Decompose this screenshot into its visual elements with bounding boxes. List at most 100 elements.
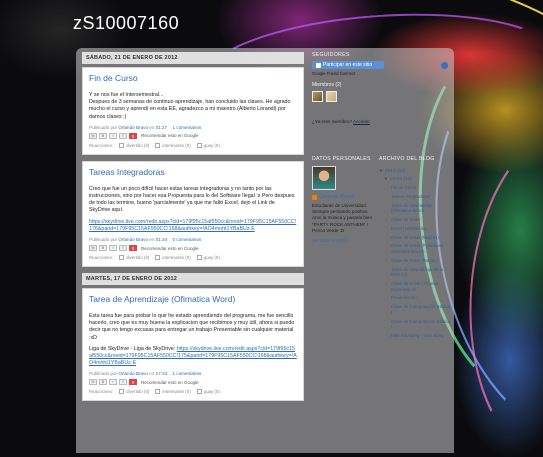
reaction-label: divertido (0) — [126, 255, 150, 261]
profile-gadget: DATOS PERSONALES Orlando Bravo Estudiant… — [312, 156, 376, 243]
twitter-icon[interactable]: t — [109, 245, 117, 252]
gfc-info-icon[interactable] — [441, 61, 448, 69]
archive-post-link[interactable]: Presentación — [391, 295, 451, 301]
checkbox[interactable] — [196, 142, 202, 148]
archive-post-link[interactable]: Clase de Computación Básica I — [391, 304, 451, 315]
reaction-label: interesante (0) — [162, 142, 191, 148]
archive-post-link[interactable]: Clase de Excel (Macros) — [391, 235, 451, 241]
checkbox[interactable] — [119, 255, 125, 261]
archive-post-link[interactable]: Clase de Excel (Martes) — [391, 258, 451, 264]
members-heading: Miembros (2) — [312, 82, 342, 88]
reaction-label: guay (0) — [203, 142, 220, 148]
post-paragraph: Creo que fue un poco difícil hacer estas… — [89, 185, 295, 214]
checkbox[interactable] — [119, 142, 125, 148]
member-avatars — [312, 91, 448, 102]
archive-post-link[interactable]: Tarea de Aprendizaje (Ofimatica Word) — [391, 203, 451, 214]
checkbox[interactable] — [196, 255, 202, 261]
reaction-guay[interactable]: guay (0) — [196, 255, 220, 261]
reactions: Reacciones: divertido (0) interesante (0… — [89, 389, 297, 395]
post-body: Y se nos fue el Intersemestral... Despue… — [89, 92, 297, 121]
reaction-interesante[interactable]: interesante (0) — [155, 389, 191, 395]
avatar[interactable] — [312, 91, 323, 102]
share-bar: M B t f g Recomendar esto en Google — [89, 245, 297, 252]
author-link[interactable]: Orlando Bravo — [118, 125, 148, 130]
join-site-button[interactable]: Participar en este sitio — [312, 61, 384, 69]
gfc-label: Google Friend Connect — [312, 71, 356, 76]
author-link[interactable]: Orlando Bravo — [118, 371, 148, 376]
reaction-label: guay (0) — [203, 255, 220, 261]
google-plus-icon[interactable]: g — [129, 132, 137, 139]
archive-post-link[interactable]: Elite Sounding - Your Song — [391, 333, 451, 339]
reaction-divertido[interactable]: divertido (0) — [119, 142, 149, 148]
archive-month-label: enero (14) — [389, 177, 413, 182]
time-link[interactable]: 01:34 — [156, 237, 168, 242]
comments-link[interactable]: 1 comentarios — [172, 371, 201, 376]
archive-post-link[interactable]: Fin de Curso — [391, 185, 451, 191]
avatar[interactable] — [326, 91, 337, 102]
login-link[interactable]: Acceder — [353, 119, 370, 124]
profile-description: Estudiante de Universidad. Siempre pensa… — [312, 203, 373, 233]
post-title[interactable]: Fin de Curso — [89, 73, 297, 83]
post-title[interactable]: Tareas Integradoras — [89, 167, 297, 177]
time-link[interactable]: 01:27 — [156, 125, 168, 130]
email-icon[interactable]: M — [89, 379, 97, 386]
profile-photo[interactable] — [312, 166, 336, 190]
archive-year-label: 2012 (14) — [384, 169, 406, 174]
archive-post-link[interactable]: Clase de Computación Básica I — [391, 319, 451, 330]
google-plus-icon[interactable]: g — [129, 379, 137, 386]
facebook-icon[interactable]: f — [119, 379, 127, 386]
recommend-text: Recomendar esto en Google — [141, 133, 199, 139]
profile-name[interactable]: Orlando Bravo — [319, 194, 354, 200]
link-prefix: Liga de SkyDrive - Liga de SkyDrive: — [89, 345, 176, 352]
reaction-guay[interactable]: guay (0) — [196, 389, 220, 395]
expand-triangle-icon[interactable]: ▼ — [379, 168, 383, 173]
email-icon[interactable]: M — [89, 245, 97, 252]
archive-heading: ARCHIVO DEL BLOG — [379, 156, 435, 162]
checkbox[interactable] — [155, 142, 161, 148]
facebook-icon[interactable]: f — [119, 132, 127, 139]
checkbox[interactable] — [155, 389, 161, 395]
archive-year[interactable]: ▼ 2012 (14) — [379, 168, 451, 174]
archive-post-link[interactable]: Clase de Word — [391, 217, 451, 223]
twitter-icon[interactable]: t — [109, 379, 117, 386]
followers-heading: SEGUIDORES — [312, 52, 350, 58]
blog-title[interactable]: zS10007160 — [73, 13, 179, 34]
checkbox[interactable] — [196, 389, 202, 395]
facebook-icon[interactable]: f — [119, 245, 127, 252]
post-title[interactable]: Tarea de Aprendizaje (Ofimatica Word) — [89, 294, 297, 304]
reaction-divertido[interactable]: divertido (0) — [119, 255, 150, 261]
author-link[interactable]: Orlando Bravo — [118, 237, 148, 242]
archive-post-link[interactable]: Tareas Integradoras — [391, 194, 451, 200]
member-question-text: ¿Ya eres miembro? — [312, 119, 352, 124]
archive-post-list: Fin de Curso Tareas Integradoras Tarea d… — [391, 185, 451, 338]
comments-link[interactable]: 0 comentarios — [172, 237, 201, 242]
reaction-guay[interactable]: guay (0) — [196, 142, 220, 148]
checkbox[interactable] — [119, 389, 125, 395]
blogthis-icon[interactable]: B — [99, 132, 107, 139]
reaction-interesante[interactable]: interesante (0) — [155, 142, 191, 148]
view-profile-link[interactable]: Ver todo mi perfil — [312, 238, 376, 243]
google-plus-icon[interactable]: g — [129, 245, 137, 252]
expand-triangle-icon[interactable]: ▼ — [384, 176, 388, 181]
email-icon[interactable]: M — [89, 132, 97, 139]
reactions: Reacciones: divertido (0) interesante (0… — [89, 255, 297, 261]
skydrive-link[interactable]: https://skydrive.live.com/redir.aspx?cid… — [89, 219, 296, 232]
twitter-icon[interactable]: t — [109, 132, 117, 139]
reaction-divertido[interactable]: divertido (0) — [119, 389, 149, 395]
blogthis-icon[interactable]: B — [99, 379, 107, 386]
archive-post-link[interactable]: Clase de Excel | Prueba Superada :D — [391, 281, 451, 292]
profile-heading: DATOS PERSONALES — [312, 156, 371, 162]
reaction-interesante[interactable]: interesante (0) — [155, 255, 191, 261]
checkbox[interactable] — [155, 255, 161, 261]
archive-post-link[interactable]: Tarea de Aprendizaje de la Web 2.0 — [391, 267, 451, 278]
archive-post-link[interactable]: Clase de Excel (Funciones Ofimática (Exc… — [391, 243, 451, 254]
member-question: ¿Ya eres miembro? Acceder — [312, 119, 448, 124]
blogthis-icon[interactable]: B — [99, 245, 107, 252]
archive-month[interactable]: ▼ enero (14) — [384, 176, 451, 182]
archive-post-link[interactable]: Excel | Multimedia — [391, 226, 451, 232]
reaction-label: interesante (0) — [162, 389, 191, 395]
time-link[interactable]: 17:33 — [156, 371, 168, 376]
comments-link[interactable]: 1 comentarios — [172, 125, 201, 130]
date-header: SÁBADO, 21 DE ENERO DE 2012 — [82, 52, 304, 64]
reaction-label: guay (0) — [203, 389, 220, 395]
